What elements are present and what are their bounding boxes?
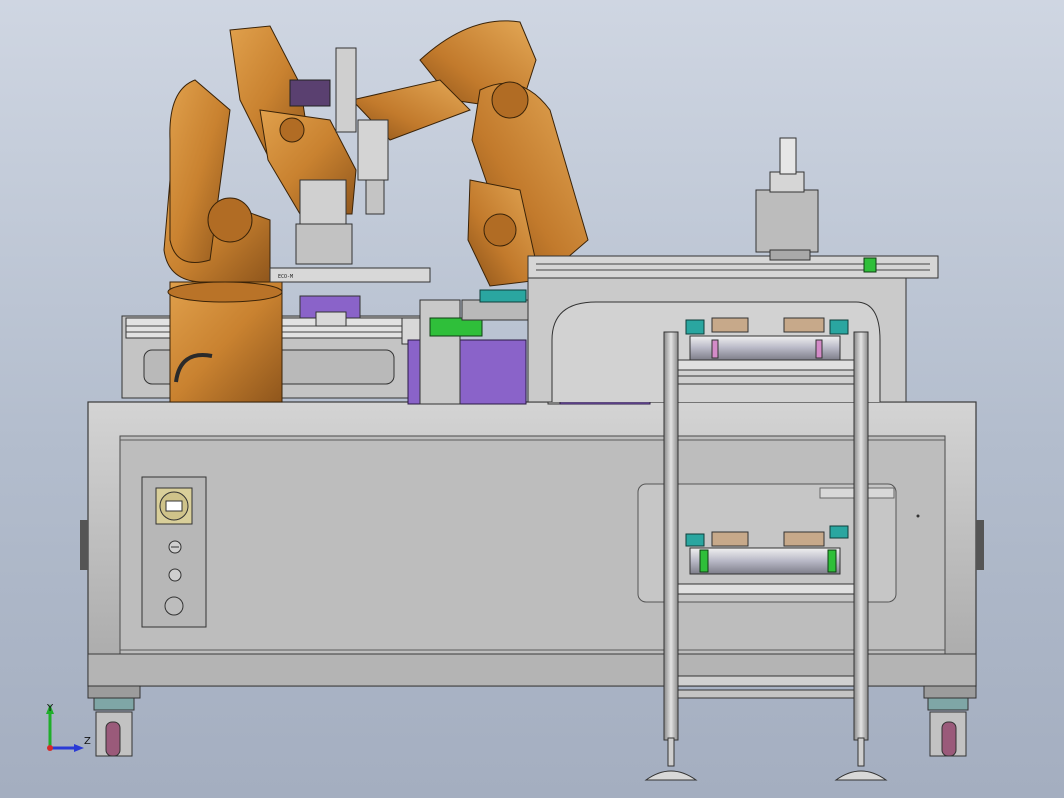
- caster-left: [87, 685, 141, 757]
- selector-switch-icon[interactable]: [155, 487, 193, 525]
- leveling-foot-right: [834, 737, 888, 781]
- axis-triad: Y Z: [46, 703, 91, 752]
- indicator-lamp-icon: [168, 568, 182, 582]
- x-axis-dot: [47, 745, 53, 751]
- indicator-lamp-icon: [168, 540, 182, 554]
- push-button-icon[interactable]: [164, 596, 184, 616]
- machine-cabinet: [80, 401, 984, 687]
- cad-viewport[interactable]: ECO-M Y Z: [0, 0, 1064, 798]
- robot-arm-right: [335, 20, 589, 287]
- y-axis-label: Y: [46, 703, 54, 714]
- tag-label: ECO-M: [278, 274, 293, 280]
- z-axis-label: Z: [84, 736, 91, 747]
- control-panel: [141, 476, 207, 628]
- leveling-foot-left: [644, 737, 698, 781]
- caster-right: [923, 685, 977, 757]
